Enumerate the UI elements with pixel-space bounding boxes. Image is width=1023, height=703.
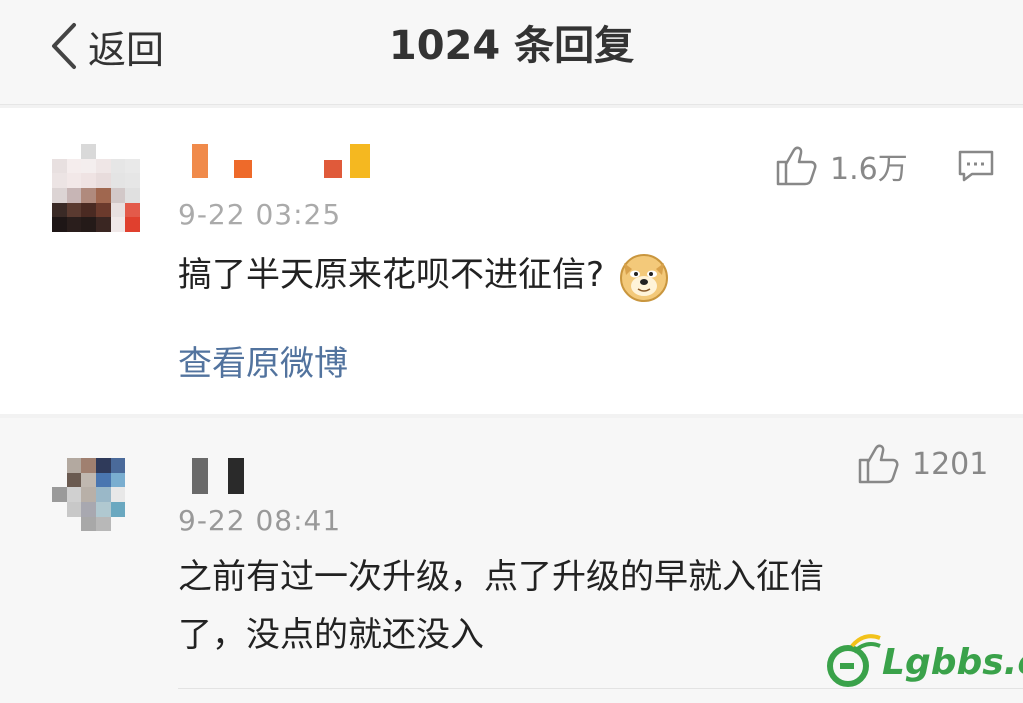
like-button[interactable]: 1.6万 bbox=[774, 144, 908, 188]
top-nav-bar: 返回 1024 条回复 bbox=[0, 0, 1023, 105]
thumbs-up-icon bbox=[776, 146, 817, 186]
thumbs-up-icon bbox=[858, 444, 899, 484]
like-button[interactable]: 1201 bbox=[856, 442, 988, 486]
comment-text: 搞了半天原来花呗不进征信? bbox=[178, 246, 670, 304]
doge-emoji-icon bbox=[620, 253, 669, 302]
lgbbs-logo-icon bbox=[827, 634, 881, 687]
like-count: 1201 bbox=[912, 446, 989, 482]
avatar[interactable] bbox=[52, 144, 140, 232]
comment-timestamp: 9-22 03:25 bbox=[178, 198, 342, 231]
page-title: 1024 条回复 bbox=[388, 23, 635, 69]
comment-timestamp: 9-22 08:41 bbox=[178, 504, 342, 537]
avatar[interactable] bbox=[52, 458, 140, 546]
username-obscured[interactable] bbox=[192, 144, 370, 178]
like-count: 1.6万 bbox=[830, 152, 908, 187]
username-obscured[interactable] bbox=[192, 458, 244, 494]
comment-card: 9-22 03:25 1.6万 搞了半天原来花呗不进征信? 查看原微博 bbox=[0, 108, 1023, 414]
comment-icon[interactable] bbox=[956, 146, 996, 186]
watermark-text: Lgbbs.cn bbox=[882, 641, 1023, 683]
view-original-post-link[interactable]: 查看原微博 bbox=[178, 336, 348, 385]
comment-text-line: 之前有过一次升级，点了升级的早就入征信 bbox=[178, 557, 824, 597]
site-watermark: Lgbbs.cn bbox=[822, 632, 1023, 692]
